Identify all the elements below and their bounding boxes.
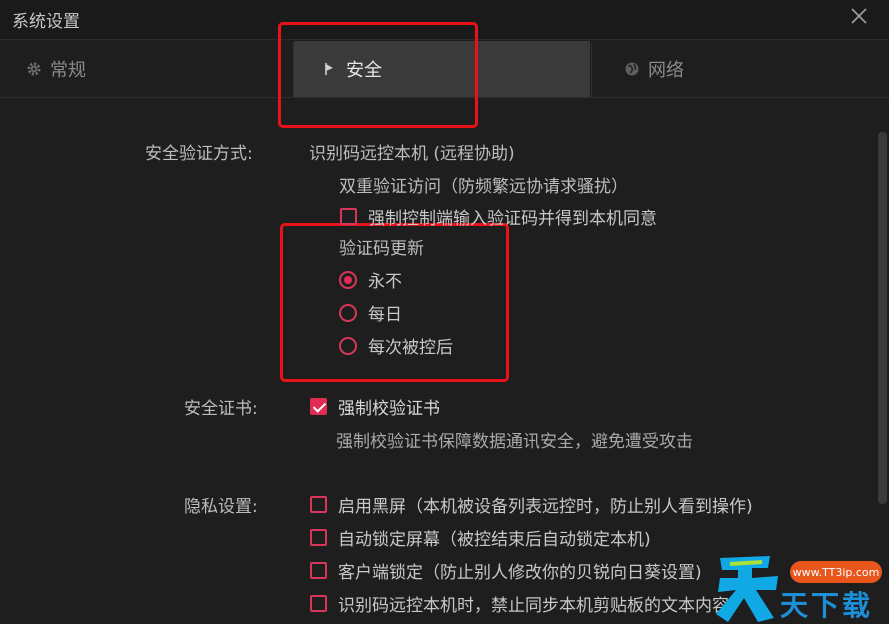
verify-mode-text: 识别码远控本机 (远程协助): [309, 144, 515, 164]
radio-button[interactable]: [339, 270, 357, 289]
tab-network-label: 网络: [648, 60, 684, 81]
radio-label: 每次被控后: [368, 338, 453, 358]
window-title: 系统设置: [12, 12, 80, 32]
code-update-never-radio[interactable]: 永不: [339, 267, 402, 292]
tab-general-label: 常规: [50, 60, 86, 81]
privacy-option-label: 自动锁定屏幕（被控结束后自动锁定本机): [338, 530, 651, 550]
tab-divider: [591, 43, 592, 97]
force-cert-checkbox[interactable]: 强制校验证书: [310, 394, 440, 419]
tab-security-label: 安全: [346, 60, 382, 81]
watermark-brand: 天下载: [780, 589, 874, 622]
force-code-checkbox[interactable]: 强制控制端输入验证码并得到本机同意: [340, 204, 657, 229]
privacy-option-label: 客户端锁定（防止别人修改你的贝锐向日葵设置): [338, 563, 702, 583]
title-bar: 系统设置: [0, 0, 889, 40]
radio-label: 每日: [368, 305, 402, 325]
scrollbar-thumb[interactable]: [878, 132, 887, 504]
tab-network[interactable]: 网络: [624, 41, 684, 97]
privacy-label: 隐私设置:: [184, 497, 258, 517]
gear-icon: [27, 62, 41, 76]
radio-button[interactable]: [339, 336, 357, 355]
code-update-daily-radio[interactable]: 每日: [339, 300, 402, 325]
tab-general[interactable]: 常规: [26, 41, 86, 97]
certificate-label: 安全证书:: [184, 399, 258, 419]
verify-method-label: 安全验证方式:: [145, 144, 253, 164]
tab-bar: 常规 安全 网络: [0, 41, 889, 98]
watermark-url: www.TT3ip.com: [790, 561, 882, 583]
privacy-option-blackscreen[interactable]: 启用黑屏（本机被设备列表远控时，防止别人看到操作): [310, 492, 753, 517]
checkbox-box[interactable]: [310, 496, 327, 513]
radio-label: 永不: [368, 272, 402, 292]
privacy-option-clientlock[interactable]: 客户端锁定（防止别人修改你的贝锐向日葵设置): [310, 558, 702, 583]
force-cert-label: 强制校验证书: [338, 399, 440, 419]
checkbox-box[interactable]: [310, 398, 327, 415]
radio-button[interactable]: [339, 303, 357, 322]
tab-security[interactable]: 安全: [294, 41, 590, 97]
double-verify-text: 双重验证访问（防频繁远协请求骚扰）: [339, 177, 628, 197]
force-code-label: 强制控制端输入验证码并得到本机同意: [368, 209, 657, 229]
privacy-option-autolock[interactable]: 自动锁定屏幕（被控结束后自动锁定本机): [310, 525, 651, 550]
privacy-option-clipboard[interactable]: 识别码远控本机时，禁止同步本机剪贴板的文本内容: [310, 591, 729, 616]
privacy-option-label: 识别码远控本机时，禁止同步本机剪贴板的文本内容: [338, 596, 729, 616]
globe-icon: [625, 62, 639, 76]
close-icon[interactable]: [846, 3, 872, 29]
checkbox-box[interactable]: [310, 529, 327, 546]
cert-description: 强制校验证书保障数据通讯安全，避免遭受攻击: [336, 432, 693, 452]
checkbox-box[interactable]: [310, 595, 327, 612]
flag-icon: [325, 63, 333, 75]
code-update-after-control-radio[interactable]: 每次被控后: [339, 333, 453, 358]
checkbox-box[interactable]: [340, 208, 357, 225]
privacy-option-label: 启用黑屏（本机被设备列表远控时，防止别人看到操作): [338, 497, 753, 517]
checkbox-box[interactable]: [310, 562, 327, 579]
code-update-heading: 验证码更新: [339, 239, 424, 259]
